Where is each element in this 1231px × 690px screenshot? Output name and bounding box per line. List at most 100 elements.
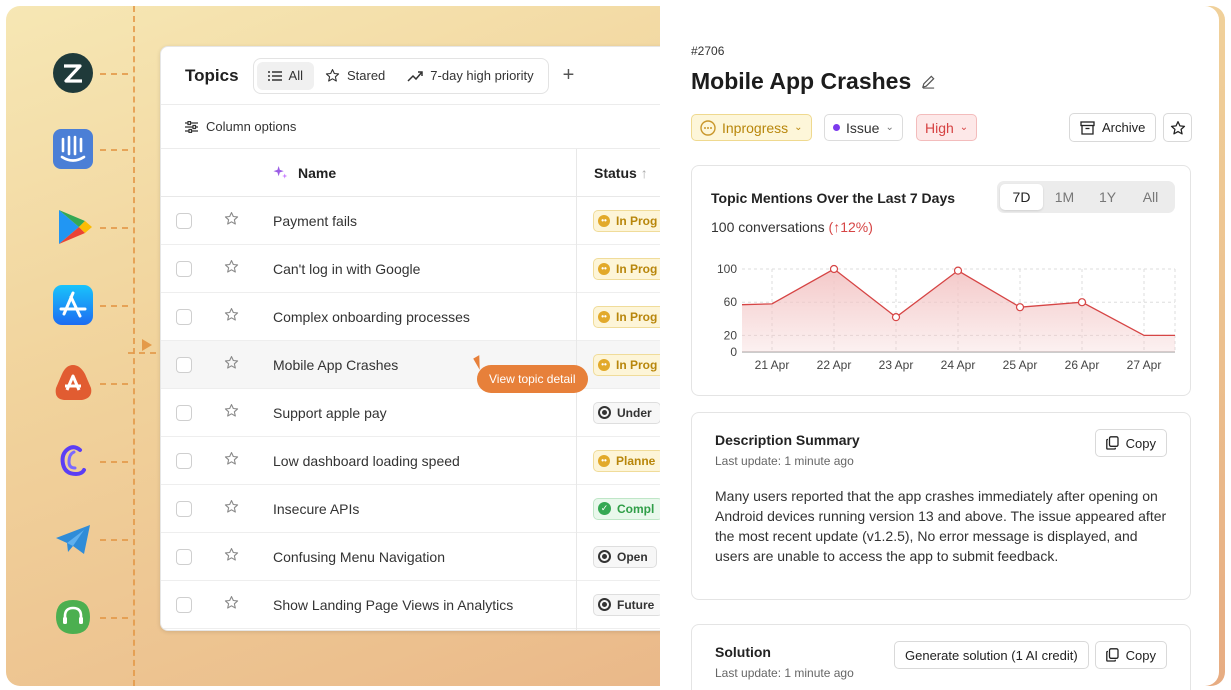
table-row[interactable]: Show Landing Page Views in Analytics Futu… bbox=[161, 581, 679, 629]
row-checkbox[interactable] bbox=[176, 500, 192, 517]
y-tick-label: 0 bbox=[730, 345, 737, 359]
star-icon[interactable] bbox=[224, 211, 239, 231]
table-header: Name Status ↑ bbox=[161, 149, 679, 197]
star-icon bbox=[1170, 120, 1185, 134]
data-point bbox=[891, 313, 901, 322]
x-tick-label: 21 Apr bbox=[755, 358, 790, 372]
mentions-chart: 0 20 60 100 21 Apr 22 Apr 23 Apr 24 Apr 25 Apr 26… bbox=[717, 262, 1176, 372]
star-icon[interactable] bbox=[224, 499, 239, 519]
app-store-icon bbox=[52, 284, 94, 326]
topic-name: Payment fails bbox=[273, 212, 358, 229]
star-icon[interactable] bbox=[224, 547, 239, 567]
view-topic-tooltip[interactable]: View topic detail bbox=[477, 365, 588, 393]
tab-high-priority[interactable]: 7-day high priority bbox=[396, 62, 544, 90]
topic-name: Can't log in with Google bbox=[273, 260, 421, 277]
x-tick-label: 22 Apr bbox=[817, 358, 852, 372]
status-badge[interactable]: •• In Prog bbox=[593, 257, 667, 280]
priority-dropdown[interactable]: High ⌄ bbox=[916, 114, 978, 141]
table-row[interactable]: Payment fails •• In Prog bbox=[161, 197, 679, 245]
star-icon[interactable] bbox=[224, 307, 239, 327]
x-tick-label: 23 Apr bbox=[879, 358, 914, 372]
table-row[interactable]: Low dashboard loading speed •• Planne bbox=[161, 437, 679, 485]
reviews-icon bbox=[52, 362, 94, 404]
connector-dash bbox=[100, 539, 128, 541]
mentions-chart-card: Topic Mentions Over the Last 7 Days 100 … bbox=[691, 165, 1191, 396]
priority-chip-label: High bbox=[925, 119, 954, 136]
status-badge[interactable]: Under bbox=[593, 401, 661, 424]
star-icon[interactable] bbox=[224, 403, 239, 423]
connector-dash bbox=[100, 305, 128, 307]
status-badge[interactable]: •• In Prog bbox=[593, 305, 667, 328]
add-view-button[interactable]: + bbox=[563, 64, 575, 87]
chevron-down-icon: ⌄ bbox=[885, 122, 894, 133]
star-icon[interactable] bbox=[224, 595, 239, 615]
star-icon[interactable] bbox=[224, 259, 239, 279]
archive-box-icon bbox=[1080, 120, 1095, 135]
status-label: Open bbox=[617, 549, 648, 564]
star-topic-button[interactable] bbox=[1163, 113, 1192, 142]
status-badge[interactable]: Future bbox=[593, 593, 664, 616]
trend-up-icon bbox=[407, 70, 424, 82]
row-checkbox[interactable] bbox=[176, 404, 192, 421]
type-dropdown[interactable]: Issue ⌄ bbox=[824, 114, 903, 141]
status-label: Planne bbox=[616, 453, 656, 468]
chevron-down-icon: ⌄ bbox=[959, 122, 969, 133]
table-row[interactable]: Insecure APIs ✓ Compl bbox=[161, 485, 679, 533]
status-label: Compl bbox=[617, 501, 655, 516]
copy-solution-button[interactable]: Copy bbox=[1094, 641, 1167, 669]
copy-description-button[interactable]: Copy bbox=[1094, 429, 1167, 457]
status-column-header[interactable]: Status ↑ bbox=[594, 165, 648, 181]
status-badge[interactable]: •• In Prog bbox=[593, 353, 667, 376]
telegram-icon bbox=[52, 518, 94, 560]
y-tick-label: 20 bbox=[724, 328, 738, 342]
name-column-label: Name bbox=[298, 164, 337, 181]
description-text: Many users reported that the app crashes… bbox=[715, 488, 1167, 564]
solution-updated: Last update: 1 minute ago bbox=[715, 666, 854, 680]
tab-stared[interactable]: Stared bbox=[314, 62, 396, 90]
in-progress-icon: •• bbox=[598, 214, 610, 227]
name-column-header[interactable]: Name bbox=[273, 165, 336, 181]
status-dropdown[interactable]: Inprogress ⌄ bbox=[691, 114, 812, 141]
status-badge[interactable]: ✓ Compl bbox=[593, 497, 664, 520]
topic-detail-panel: #2706 Mobile App Crashes Inprogress ⌄ Is… bbox=[660, 6, 1219, 690]
star-icon[interactable] bbox=[224, 451, 239, 471]
y-tick-label: 60 bbox=[724, 295, 738, 309]
row-checkbox[interactable] bbox=[176, 452, 192, 469]
series-area bbox=[742, 269, 1175, 352]
table-row[interactable]: Support apple pay Under bbox=[161, 389, 679, 437]
archive-button[interactable]: Archive bbox=[1069, 113, 1157, 142]
copy-icon bbox=[1105, 648, 1119, 662]
column-options-button[interactable]: Column options bbox=[161, 105, 679, 149]
in-progress-icon bbox=[700, 119, 716, 136]
description-card: Description Summary Last update: 1 minut… bbox=[691, 412, 1191, 600]
row-checkbox[interactable] bbox=[176, 212, 192, 229]
table-row[interactable]: Mobile App Crashes •• In Prog bbox=[161, 341, 679, 389]
row-checkbox[interactable] bbox=[176, 596, 192, 613]
table-row[interactable]: Can't log in with Google •• In Prog bbox=[161, 245, 679, 293]
status-label: In Prog bbox=[616, 213, 658, 228]
edit-pencil-icon[interactable] bbox=[921, 74, 936, 89]
connector-line bbox=[133, 6, 135, 686]
sort-arrow-icon: ↑ bbox=[640, 164, 648, 181]
sliders-icon bbox=[185, 120, 198, 133]
tab-all[interactable]: All bbox=[256, 61, 314, 90]
tab-all-label: All bbox=[288, 68, 303, 83]
status-badge[interactable]: •• In Prog bbox=[593, 209, 667, 232]
status-badge[interactable]: Open bbox=[593, 545, 657, 568]
in-progress-icon: •• bbox=[598, 358, 610, 371]
table-row[interactable]: Confusing Menu Navigation Open bbox=[161, 533, 679, 581]
open-icon bbox=[598, 550, 611, 563]
table-row[interactable]: Complex onboarding processes •• In Prog bbox=[161, 293, 679, 341]
topics-title: Topics bbox=[185, 65, 239, 85]
row-checkbox[interactable] bbox=[176, 260, 192, 277]
status-badge[interactable]: •• Planne bbox=[593, 449, 665, 472]
in-progress-icon: •• bbox=[598, 262, 610, 275]
row-checkbox[interactable] bbox=[176, 548, 192, 565]
star-icon[interactable] bbox=[224, 355, 239, 375]
data-point bbox=[953, 266, 963, 275]
row-checkbox[interactable] bbox=[176, 356, 192, 373]
row-checkbox[interactable] bbox=[176, 308, 192, 325]
connector-arrow-icon bbox=[142, 339, 152, 351]
generate-solution-button[interactable]: Generate solution (1 AI credit) bbox=[894, 641, 1089, 669]
connector-dash bbox=[100, 149, 128, 151]
